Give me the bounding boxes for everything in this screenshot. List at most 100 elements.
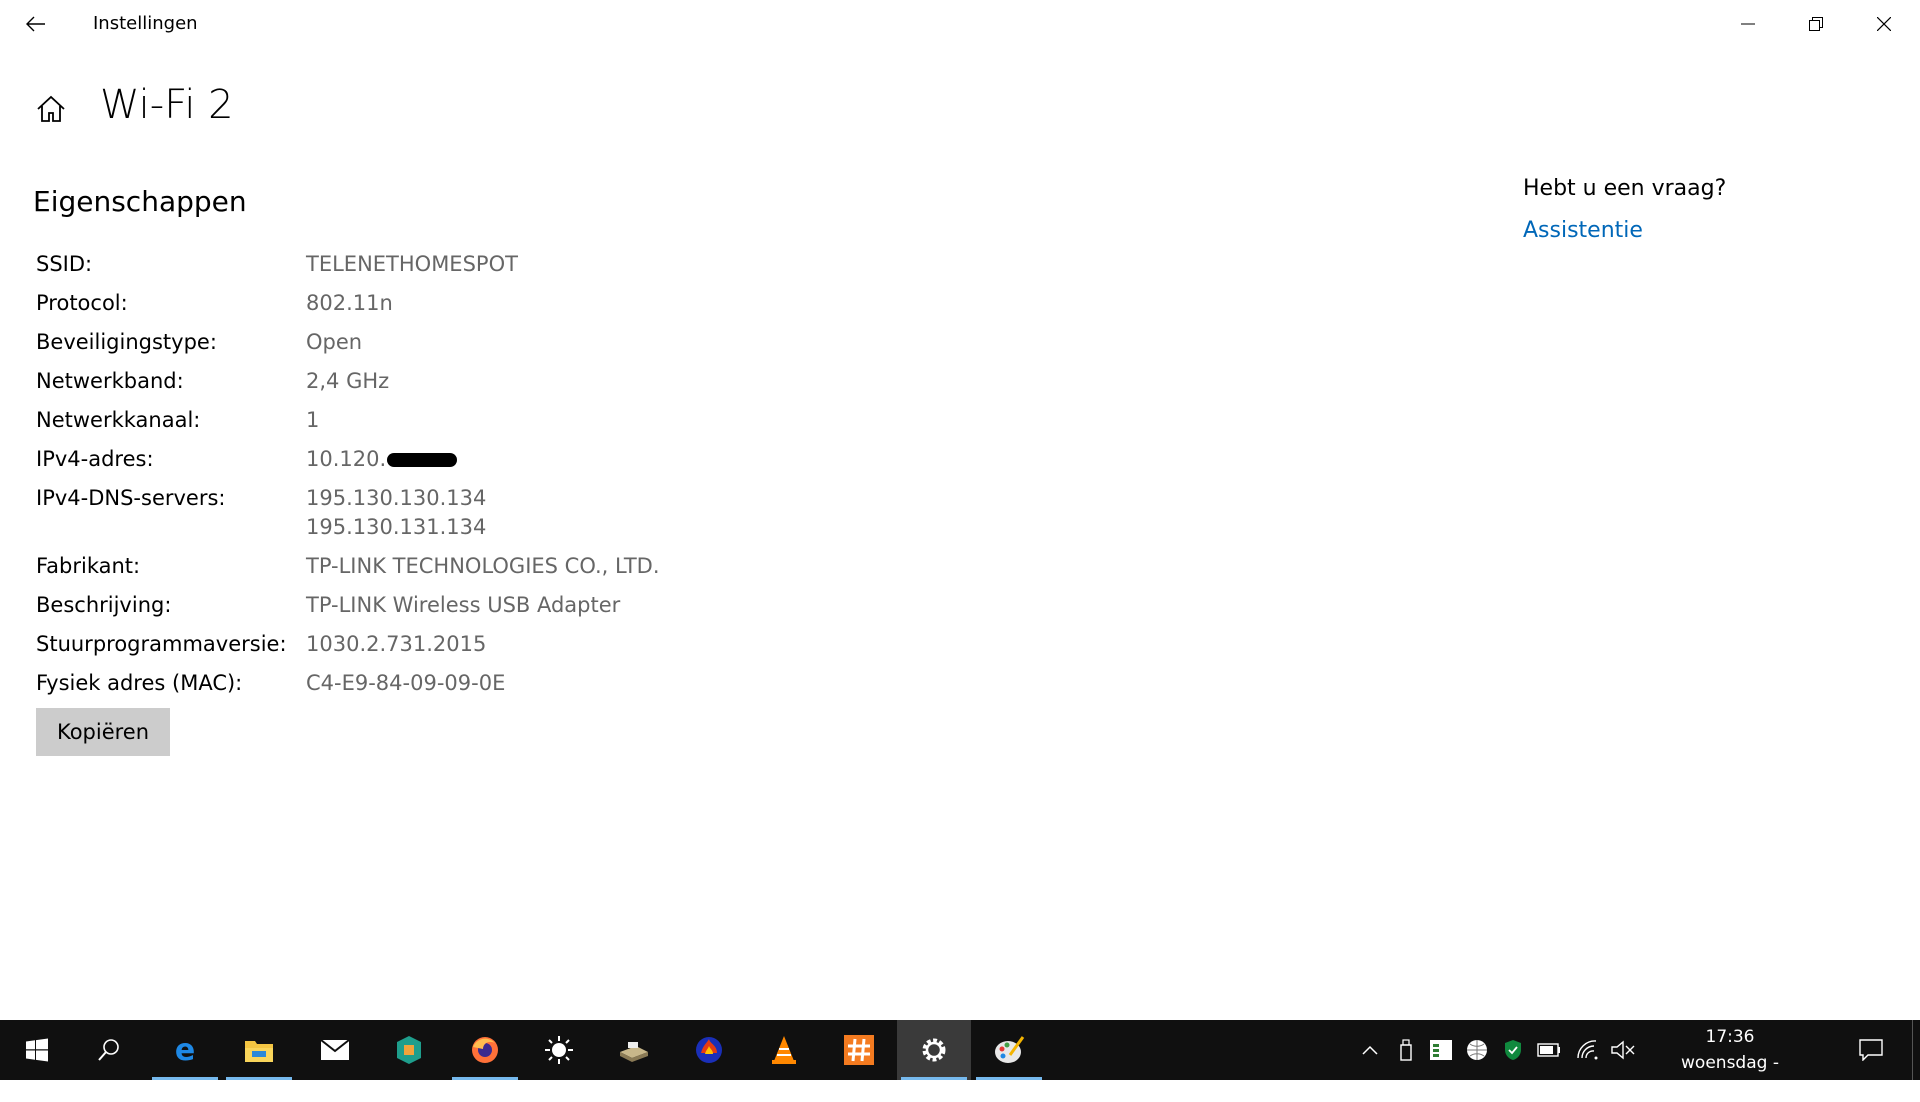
property-value: 1030.2.731.2015 xyxy=(306,630,486,659)
property-label: SSID: xyxy=(36,252,93,276)
property-values: Open xyxy=(306,328,362,357)
property-value-text: C4-E9-84-09-09-0E xyxy=(306,671,506,695)
property-values: TP-LINK Wireless USB Adapter xyxy=(306,591,620,620)
close-button[interactable] xyxy=(1850,0,1918,48)
title-bar: Instellingen xyxy=(0,0,1920,48)
brightness-app-icon xyxy=(544,1035,574,1065)
taskbar-vlc-button[interactable] xyxy=(747,1020,821,1080)
property-row: Protocol: 802.11n xyxy=(36,289,660,318)
property-value-text: 2,4 GHz xyxy=(306,369,390,393)
property-row: Fysiek adres (MAC): C4-E9-84-09-09-0E xyxy=(36,669,660,698)
tray-wifi[interactable] xyxy=(1570,1020,1604,1080)
burn-app-icon xyxy=(694,1035,724,1065)
property-label: Stuurprogrammaversie: xyxy=(36,632,287,656)
back-arrow-icon xyxy=(26,16,45,32)
property-values: 2,4 GHz xyxy=(306,367,389,396)
vlc-icon xyxy=(770,1035,798,1065)
defender-icon xyxy=(1504,1039,1522,1061)
property-row: Fabrikant: TP-LINK TECHNOLOGIES CO., LTD. xyxy=(36,552,660,581)
firefox-icon xyxy=(470,1035,500,1065)
property-values: 195.130.130.134 195.130.131.134 xyxy=(306,484,486,542)
taskbar-search-button[interactable] xyxy=(72,1020,146,1080)
copy-button[interactable]: Kopiëren xyxy=(36,708,170,756)
property-value-text: TELENETHOMESPOT xyxy=(306,252,518,276)
svg-text:e: e xyxy=(175,1035,195,1065)
property-value-text: 1030.2.731.2015 xyxy=(306,632,487,656)
security-app-icon xyxy=(395,1035,423,1065)
minimize-icon xyxy=(1741,23,1755,25)
taskbar-start-button[interactable] xyxy=(0,1020,74,1080)
taskbar-brightness-app-button[interactable] xyxy=(522,1020,596,1080)
green-app-icon xyxy=(1430,1040,1452,1060)
tray-defender[interactable] xyxy=(1496,1020,1530,1080)
taskbar-mail-button[interactable] xyxy=(298,1020,372,1080)
taskbar: 17:36 woensdag - 28/11/2018 e xyxy=(0,1020,1920,1099)
settings-icon xyxy=(920,1036,948,1064)
usb-drive-icon xyxy=(1400,1039,1412,1061)
property-value: 802.11n xyxy=(306,289,393,318)
property-values: 1030.2.731.2015 xyxy=(306,630,486,659)
section-title: Eigenschappen xyxy=(33,185,247,218)
taskbar-burn-app-button[interactable] xyxy=(672,1020,746,1080)
taskbar-security-app-button[interactable] xyxy=(372,1020,446,1080)
action-center-button[interactable] xyxy=(1846,1020,1896,1080)
property-value-text: 802.11n xyxy=(306,291,393,315)
property-row: IPv4-adres: 10.120. xyxy=(36,445,660,474)
home-button[interactable] xyxy=(30,88,72,130)
tray-green-app[interactable] xyxy=(1424,1020,1458,1080)
property-value: 2,4 GHz xyxy=(306,367,389,396)
property-value: TP-LINK Wireless USB Adapter xyxy=(306,591,620,620)
paint-icon xyxy=(993,1035,1025,1065)
property-row: Netwerkkanaal: 1 xyxy=(36,406,660,435)
property-value: C4-E9-84-09-09-0E xyxy=(306,669,505,698)
clock-time: 17:36 xyxy=(1705,1027,1755,1047)
property-values: 1 xyxy=(306,406,319,435)
property-row: SSID: TELENETHOMESPOT xyxy=(36,250,660,279)
taskbar-edge-button[interactable]: e xyxy=(148,1020,222,1080)
file-explorer-icon xyxy=(244,1037,274,1063)
property-value-text: 1 xyxy=(306,408,320,432)
assistance-link[interactable]: Assistentie xyxy=(1523,218,1643,243)
clock-date: woensdag - 28/11/2018 xyxy=(1681,1053,1779,1099)
help-question: Hebt u een vraag? xyxy=(1523,176,1727,201)
restore-button[interactable] xyxy=(1782,0,1850,48)
notification-icon xyxy=(1859,1039,1883,1061)
tray-battery[interactable] xyxy=(1532,1020,1566,1080)
taskbar-settings-button[interactable] xyxy=(897,1020,971,1080)
property-label: IPv4-DNS-servers: xyxy=(36,486,226,510)
property-value: 195.130.130.134 xyxy=(306,484,486,513)
taskbar-clock[interactable]: 17:36 woensdag - 28/11/2018 xyxy=(1630,1024,1830,1102)
taskbar-paint-button[interactable] xyxy=(972,1020,1046,1080)
property-label: Netwerkband: xyxy=(36,369,184,393)
edge-icon: e xyxy=(170,1035,200,1065)
tray-globe[interactable] xyxy=(1460,1020,1494,1080)
taskbar-hashtag-app-button[interactable] xyxy=(822,1020,896,1080)
volume-muted-icon xyxy=(1611,1040,1635,1060)
property-values: C4-E9-84-09-09-0E xyxy=(306,669,505,698)
properties-list: SSID: TELENETHOMESPOT Protocol: 802.11n Beve… xyxy=(36,250,660,708)
tray-volume-muted[interactable] xyxy=(1606,1020,1640,1080)
tray-usb-drive[interactable] xyxy=(1389,1020,1423,1080)
mail-icon xyxy=(320,1039,350,1061)
home-icon xyxy=(37,95,65,122)
property-row: IPv4-DNS-servers: 195.130.130.134 195.130.… xyxy=(36,484,660,542)
back-button[interactable] xyxy=(16,6,56,42)
property-values: TP-LINK TECHNOLOGIES CO., LTD. xyxy=(306,552,660,581)
close-icon xyxy=(1877,17,1891,31)
property-value: 195.130.131.134 xyxy=(306,513,486,542)
scanner-app-icon xyxy=(618,1038,650,1062)
tray-chevron-up[interactable] xyxy=(1353,1020,1387,1080)
property-value-text: 10.120. xyxy=(306,447,387,471)
property-label: Beschrijving: xyxy=(36,593,172,617)
taskbar-file-explorer-button[interactable] xyxy=(222,1020,296,1080)
property-row: Stuurprogrammaversie: 1030.2.731.2015 xyxy=(36,630,660,659)
property-label: Fabrikant: xyxy=(36,554,141,578)
show-desktop-button[interactable] xyxy=(1912,1020,1920,1080)
minimize-button[interactable] xyxy=(1714,0,1782,48)
taskbar-firefox-button[interactable] xyxy=(448,1020,522,1080)
chevron-up-icon xyxy=(1362,1045,1378,1055)
app-title: Instellingen xyxy=(93,13,198,34)
property-label: IPv4-adres: xyxy=(36,447,154,471)
taskbar-scanner-app-button[interactable] xyxy=(597,1020,671,1080)
property-value-text: 195.130.130.134 xyxy=(306,486,487,510)
